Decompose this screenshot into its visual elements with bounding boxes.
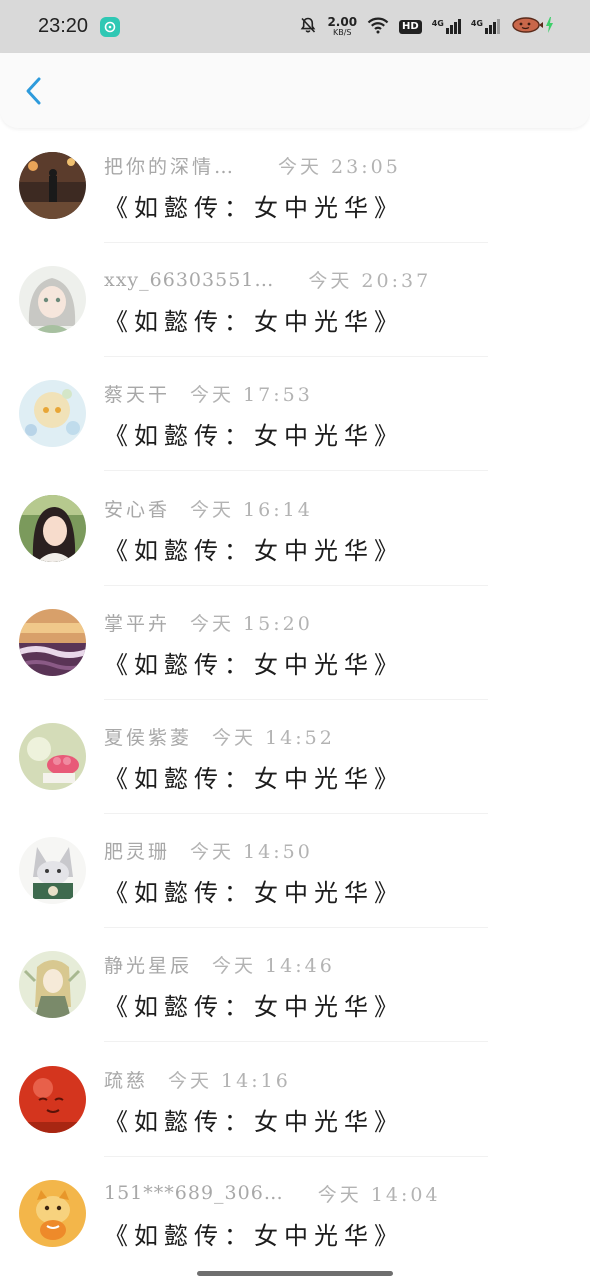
avatar[interactable] bbox=[19, 494, 86, 562]
network-speed: 2.00 KB/S bbox=[327, 16, 357, 37]
network-speed-value: 2.00 bbox=[327, 15, 358, 29]
message-time: 今天 14:52 bbox=[212, 726, 335, 749]
message-text[interactable]: 《如懿传：女中光华》 bbox=[104, 1102, 404, 1137]
message-meta: 151***689_306… 今天 14:04 bbox=[104, 1180, 441, 1207]
message-meta: 疏慈 今天 14:16 bbox=[104, 1066, 291, 1093]
sender-name: 151***689_306… bbox=[104, 1182, 284, 1205]
signal-sim1-icon: 4G bbox=[432, 19, 461, 34]
message-time: 今天 14:50 bbox=[190, 841, 313, 864]
avatar[interactable] bbox=[19, 951, 86, 1019]
message-meta: 蔡天干 今天 17:53 bbox=[104, 380, 313, 407]
sender-name: 掌平卉 bbox=[104, 612, 171, 635]
message-meta: 肥灵珊 今天 14:50 bbox=[104, 837, 313, 864]
list-item[interactable]: 安心香 今天 16:14 《如懿传：女中光华》 bbox=[0, 471, 590, 586]
avatar[interactable] bbox=[19, 380, 86, 448]
wifi-icon bbox=[367, 16, 389, 38]
sender-name: 夏侯紫菱 bbox=[104, 726, 193, 749]
message-text[interactable]: 《如懿传：女中光华》 bbox=[104, 645, 404, 680]
message-time: 今天 20:37 bbox=[308, 270, 432, 293]
sender-name: 肥灵珊 bbox=[104, 841, 171, 864]
message-meta: 夏侯紫菱 今天 14:52 bbox=[104, 723, 335, 750]
message-text[interactable]: 《如懿传：女中光华》 bbox=[104, 987, 404, 1022]
chevron-left-icon bbox=[24, 76, 44, 110]
avatar[interactable] bbox=[19, 1179, 86, 1247]
list-item[interactable]: 掌平卉 今天 15:20 《如懿传：女中光华》 bbox=[0, 585, 590, 700]
sim2-network-label: 4G bbox=[470, 19, 483, 28]
message-meta: 静光星辰 今天 14:46 bbox=[104, 951, 335, 978]
sender-name: 蔡天干 bbox=[104, 384, 171, 407]
message-time: 今天 15:20 bbox=[190, 612, 313, 635]
hd-voice-badge: HD bbox=[399, 19, 422, 34]
list-item[interactable]: 疏慈 今天 14:16 《如懿传：女中光华》 bbox=[0, 1042, 590, 1157]
avatar[interactable] bbox=[19, 266, 86, 334]
list-item[interactable]: 肥灵珊 今天 14:50 《如懿传：女中光华》 bbox=[0, 813, 590, 929]
sender-name: 疏慈 bbox=[104, 1069, 149, 1092]
message-meta: xxy_66303551… 今天 20:37 bbox=[104, 266, 431, 293]
signal-sim2-icon: 4G bbox=[471, 19, 500, 34]
sender-name: xxy_66303551… bbox=[104, 268, 275, 291]
message-time: 今天 14:46 bbox=[212, 955, 335, 978]
message-text[interactable]: 《如懿传：女中光华》 bbox=[104, 531, 404, 566]
message-text[interactable]: 《如懿传：女中光华》 bbox=[104, 188, 404, 223]
message-time: 今天 16:14 bbox=[190, 498, 313, 521]
sim1-network-label: 4G bbox=[431, 19, 444, 28]
avatar[interactable] bbox=[19, 1065, 86, 1133]
message-meta: 把你的深情… 今天 23:05 bbox=[104, 152, 401, 179]
sender-name: 静光星辰 bbox=[104, 955, 193, 978]
message-meta: 掌平卉 今天 15:20 bbox=[104, 609, 313, 636]
avatar[interactable] bbox=[19, 152, 86, 219]
app-notification-icon bbox=[100, 16, 121, 37]
message-text[interactable]: 《如懿传：女中光华》 bbox=[104, 1216, 404, 1251]
top-nav-bar bbox=[0, 53, 590, 128]
sender-name: 安心香 bbox=[104, 498, 171, 521]
home-indicator[interactable] bbox=[197, 1271, 393, 1276]
message-time: 今天 14:16 bbox=[168, 1069, 291, 1092]
list-item[interactable]: xxy_66303551… 今天 20:37 《如懿传：女中光华》 bbox=[0, 242, 590, 358]
message-text[interactable]: 《如懿传：女中光华》 bbox=[104, 302, 404, 337]
sender-name: 把你的深情… bbox=[104, 156, 237, 178]
message-time: 今天 17:53 bbox=[190, 384, 313, 407]
message-time: 今天 14:04 bbox=[317, 1183, 441, 1206]
message-list: 把你的深情… 今天 23:05 《如懿传：女中光华》 xxy_66303551…… bbox=[0, 128, 590, 1270]
battery-icon bbox=[510, 16, 556, 38]
list-item[interactable]: 夏侯紫菱 今天 14:52 《如懿传：女中光华》 bbox=[0, 699, 590, 814]
avatar[interactable] bbox=[19, 722, 86, 790]
status-icons: 2.00 KB/S HD 4G 4G bbox=[299, 16, 556, 38]
list-item[interactable]: 把你的深情… 今天 23:05 《如懿传：女中光华》 bbox=[0, 128, 590, 243]
message-text[interactable]: 《如懿传：女中光华》 bbox=[104, 873, 404, 908]
message-text[interactable]: 《如懿传：女中光华》 bbox=[104, 416, 404, 451]
message-time: 今天 23:05 bbox=[278, 156, 401, 178]
avatar[interactable] bbox=[19, 608, 86, 676]
mute-bell-icon bbox=[299, 16, 317, 38]
avatar[interactable] bbox=[19, 837, 86, 905]
list-item[interactable]: 静光星辰 今天 14:46 《如懿传：女中光华》 bbox=[0, 927, 590, 1043]
message-text[interactable]: 《如懿传：女中光华》 bbox=[104, 759, 404, 794]
list-item[interactable]: 151***689_306… 今天 14:04 《如懿传：女中光华》 bbox=[0, 1156, 590, 1270]
network-speed-unit: KB/S bbox=[332, 28, 352, 37]
status-time: 23:20 bbox=[38, 15, 89, 37]
status-bar: 23:20 2.00 KB/S HD 4G 4G bbox=[0, 0, 590, 53]
back-button[interactable] bbox=[14, 71, 54, 115]
message-meta: 安心香 今天 16:14 bbox=[104, 495, 313, 522]
list-item[interactable]: 蔡天干 今天 17:53 《如懿传：女中光华》 bbox=[0, 356, 590, 472]
